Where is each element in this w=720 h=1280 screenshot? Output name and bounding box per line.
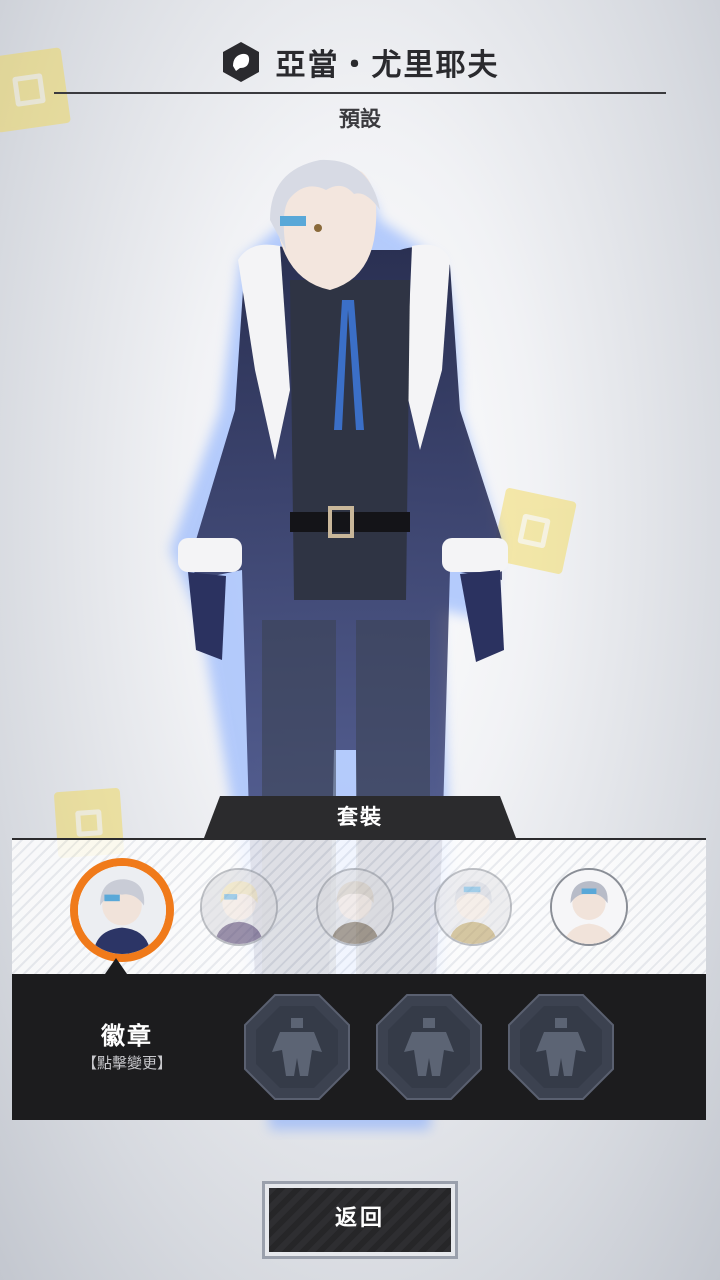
badge-placeholder-icon <box>244 994 350 1100</box>
outfit-tab: 套裝 <box>204 796 516 838</box>
outfit-avatar-2[interactable] <box>200 868 278 946</box>
outfit-avatar-3[interactable] <box>316 868 394 946</box>
outfit-selector <box>12 838 706 974</box>
badge-slot-2[interactable] <box>374 992 484 1102</box>
character-name: 亞當・尤里耶夫 <box>275 48 500 83</box>
badge-placeholder-icon <box>376 994 482 1100</box>
back-button[interactable]: 返回 <box>269 1188 451 1252</box>
outfit-avatar-5[interactable] <box>550 868 628 946</box>
outfit-avatar-4[interactable] <box>434 868 512 946</box>
badge-label: 徽章 <box>101 1022 153 1050</box>
badge-panel[interactable]: 徽章 【點擊變更】 <box>12 974 706 1120</box>
emblem-hexagon-icon <box>220 40 262 84</box>
character-header: 亞當・尤里耶夫 <box>0 38 720 98</box>
selection-pointer <box>105 958 127 974</box>
badge-slot-3[interactable] <box>506 992 616 1102</box>
title-divider <box>54 92 666 94</box>
outfit-variant-label: 預設 <box>339 107 381 131</box>
outfit-avatar-1[interactable] <box>70 858 174 962</box>
back-button-frame: 返回 <box>262 1181 458 1259</box>
badge-change-hint[interactable]: 【點擊變更】 <box>50 1052 204 1073</box>
badge-placeholder-icon <box>508 994 614 1100</box>
badge-slot-1[interactable] <box>242 992 352 1102</box>
